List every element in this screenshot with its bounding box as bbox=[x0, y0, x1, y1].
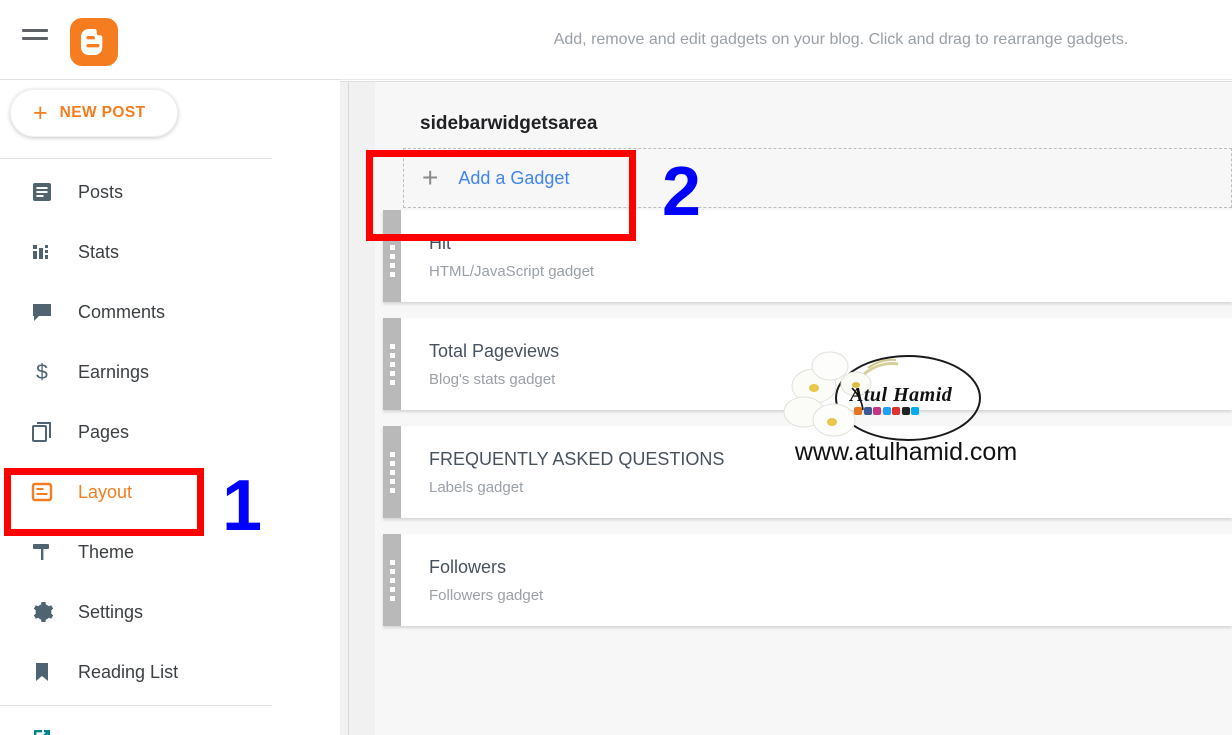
grip-dot bbox=[389, 460, 395, 466]
sidebar-item-label: Layout bbox=[78, 481, 133, 502]
gadget-list: Hit HTML/JavaScript gadget Total Pagevie… bbox=[383, 210, 1232, 642]
blogger-layout-page: + NEW POST Posts Stats Comments $ Earnin… bbox=[0, 0, 1232, 735]
drag-handle-icon[interactable] bbox=[383, 318, 401, 410]
stats-bar-icon bbox=[30, 240, 60, 264]
grip-dot bbox=[389, 568, 395, 574]
canvas-left-rule bbox=[348, 82, 349, 735]
grip-dot bbox=[389, 343, 395, 349]
hamburger-bar bbox=[22, 29, 48, 32]
main-content: Add, remove and edit gadgets on your blo… bbox=[340, 0, 1232, 735]
pages-icon bbox=[30, 420, 60, 444]
grip-dot bbox=[389, 469, 395, 475]
gadget-item[interactable]: Total Pageviews Blog's stats gadget bbox=[383, 318, 1232, 410]
sidebar-item-label: Posts bbox=[78, 181, 124, 202]
sidebar-divider-top bbox=[0, 158, 272, 159]
grip-dot bbox=[389, 451, 395, 457]
sidebar-item-label: Reading List bbox=[78, 661, 179, 682]
gadget-type: HTML/JavaScript gadget bbox=[429, 262, 595, 280]
sidebar-item-label: Pages bbox=[78, 421, 130, 442]
gadget-title: Followers bbox=[429, 556, 507, 577]
sidebar-item-list: Posts Stats Comments $ Earnings Pages La… bbox=[0, 162, 340, 702]
gadget-type: Labels gadget bbox=[429, 478, 524, 496]
sidebar-item-posts[interactable]: Posts bbox=[0, 162, 340, 222]
grip-dot bbox=[389, 487, 395, 493]
grip-dot bbox=[389, 352, 395, 358]
section-title-sidebarwidgetsarea: sidebarwidgetsarea bbox=[420, 113, 598, 134]
gadget-item[interactable]: FREQUENTLY ASKED QUESTIONS Labels gadget bbox=[383, 426, 1232, 518]
grip-dot bbox=[389, 271, 395, 277]
sidebar-item-comments[interactable]: Comments bbox=[0, 282, 340, 342]
sidebar-item-reading-list[interactable]: Reading List bbox=[0, 642, 340, 702]
grip-dot bbox=[389, 370, 395, 376]
plus-icon: + bbox=[33, 98, 48, 127]
grip-dot bbox=[389, 577, 395, 583]
blogger-logo-icon[interactable] bbox=[70, 18, 118, 66]
external-link-icon bbox=[30, 726, 60, 735]
sidebar-item-label: Stats bbox=[78, 241, 120, 262]
gadget-title: Hit bbox=[429, 232, 451, 253]
blogger-b-glyph bbox=[81, 29, 103, 55]
drag-handle-icon[interactable] bbox=[383, 210, 401, 302]
sidebar-item-label: Earnings bbox=[78, 361, 150, 382]
paint-roller-icon bbox=[30, 540, 60, 564]
comment-icon bbox=[30, 300, 60, 324]
gadget-text: FREQUENTLY ASKED QUESTIONS Labels gadget bbox=[401, 426, 1232, 518]
sidebar-item-view-blog[interactable] bbox=[0, 708, 340, 735]
sidebar-footer bbox=[0, 708, 340, 735]
grip-dot bbox=[389, 559, 395, 565]
add-gadget-label: Add a Gadget bbox=[458, 167, 570, 188]
main-header: Add, remove and edit gadgets on your blo… bbox=[340, 0, 1232, 80]
posts-icon bbox=[30, 180, 60, 204]
svg-text:$: $ bbox=[36, 361, 48, 384]
new-post-label: NEW POST bbox=[59, 104, 146, 121]
new-post-button[interactable]: + NEW POST bbox=[10, 89, 178, 137]
sidebar-item-stats[interactable]: Stats bbox=[0, 222, 340, 282]
gadget-item[interactable]: Hit HTML/JavaScript gadget bbox=[383, 210, 1232, 302]
sidebar-item-settings[interactable]: Settings bbox=[0, 582, 340, 642]
gear-icon bbox=[30, 600, 60, 624]
layout-canvas: sidebarwidgetsarea + Add a Gadget Hit HT… bbox=[340, 81, 1232, 735]
gadget-type: Followers gadget bbox=[429, 586, 544, 604]
sidebar-item-earnings[interactable]: $ Earnings bbox=[0, 342, 340, 402]
hamburger-bar bbox=[22, 45, 48, 48]
grip-dot bbox=[389, 379, 395, 385]
plus-icon: + bbox=[422, 162, 439, 193]
grip-dot bbox=[389, 253, 395, 259]
grip-dot bbox=[389, 586, 395, 592]
sidebar-nav: + NEW POST Posts Stats Comments $ Earnin… bbox=[0, 80, 340, 735]
dollar-icon: $ bbox=[30, 360, 60, 384]
gadget-title: FREQUENTLY ASKED QUESTIONS bbox=[429, 448, 725, 469]
hamburger-bar bbox=[22, 37, 48, 40]
drag-handle-icon[interactable] bbox=[383, 426, 401, 518]
grip-dot bbox=[389, 262, 395, 268]
sidebar-item-label: Comments bbox=[78, 301, 166, 322]
gadget-title: Total Pageviews bbox=[429, 340, 560, 361]
grip-dot bbox=[389, 244, 395, 250]
main-header-description: Add, remove and edit gadgets on your blo… bbox=[553, 30, 1129, 48]
bookmark-icon bbox=[30, 660, 60, 684]
gadget-text: Total Pageviews Blog's stats gadget bbox=[401, 318, 1232, 410]
sidebar-item-pages[interactable]: Pages bbox=[0, 402, 340, 462]
hamburger-menu-icon[interactable] bbox=[22, 29, 48, 51]
gadget-item[interactable]: Followers Followers gadget bbox=[383, 534, 1232, 626]
sidebar-widgets-panel: sidebarwidgetsarea + Add a Gadget Hit HT… bbox=[375, 82, 1232, 735]
sidebar-item-theme[interactable]: Theme bbox=[0, 522, 340, 582]
gadget-text: Followers Followers gadget bbox=[401, 534, 1232, 626]
layout-icon bbox=[30, 480, 60, 504]
grip-dot bbox=[389, 478, 395, 484]
drag-handle-icon[interactable] bbox=[383, 534, 401, 626]
grip-dot bbox=[389, 595, 395, 601]
sidebar-item-label: Theme bbox=[78, 541, 135, 562]
grip-dot bbox=[389, 235, 395, 241]
grip-dot bbox=[389, 361, 395, 367]
sidebar-divider-bottom bbox=[0, 705, 272, 706]
gadget-text: Hit HTML/JavaScript gadget bbox=[401, 210, 1232, 302]
gadget-type: Blog's stats gadget bbox=[429, 370, 556, 388]
sidebar-item-label: Settings bbox=[78, 601, 144, 622]
sidebar-item-layout[interactable]: Layout bbox=[0, 462, 340, 522]
add-gadget-button[interactable]: + Add a Gadget bbox=[403, 148, 1232, 208]
